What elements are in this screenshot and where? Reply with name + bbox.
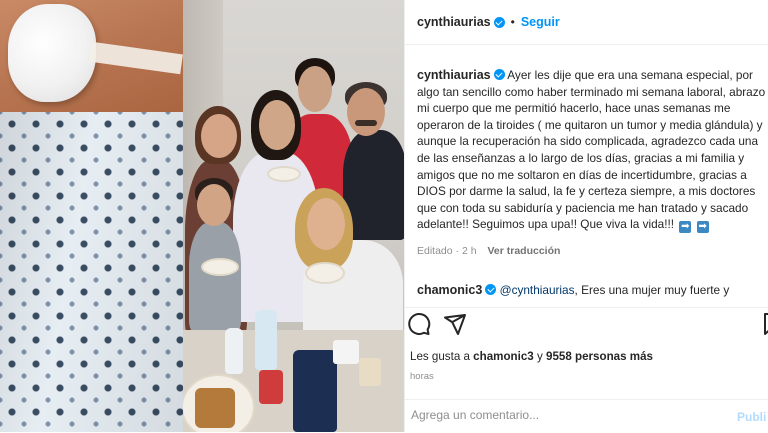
- post-media[interactable]: [0, 0, 404, 432]
- verified-badge-icon: [485, 284, 497, 295]
- verified-badge-icon: [493, 69, 505, 80]
- post-panel: cynthiaurias • Seguir cynthiaurias Ayer …: [404, 0, 768, 432]
- surgery-gown-photo: [0, 0, 183, 432]
- likes-prefix: Les gusta a: [410, 350, 474, 363]
- likes-user[interactable]: chamonic3: [473, 350, 534, 363]
- family-photo: [183, 0, 404, 432]
- add-comment-bar: Publi: [405, 399, 768, 433]
- comment-item: chamonic3 @cynthiaurias, Eres una mujer …: [417, 282, 767, 298]
- thermos: [293, 350, 337, 432]
- comments-section[interactable]: cynthiaurias Ayer les dije que era una s…: [405, 45, 768, 307]
- post-time: horas: [410, 371, 434, 382]
- comment-icon[interactable]: [407, 312, 431, 336]
- likes-count[interactable]: 9558 personas más: [546, 350, 653, 363]
- follow-button[interactable]: Seguir: [521, 15, 560, 29]
- comment-input[interactable]: [409, 407, 713, 423]
- arrow-emoji-icon: ➡: [696, 221, 709, 234]
- water-bottle: [225, 328, 243, 374]
- caption-username[interactable]: cynthiaurias: [417, 68, 491, 82]
- gauze-bandage: [8, 4, 96, 102]
- translate-link[interactable]: Ver traducción: [487, 245, 560, 257]
- plate: [267, 166, 301, 182]
- plate: [305, 262, 345, 284]
- post-caption: cynthiaurias Ayer les dije que era una s…: [417, 67, 767, 234]
- plate: [201, 258, 239, 276]
- comment-text: , Eres una mujer muy fuerte y: [574, 283, 730, 297]
- separator-dot: •: [510, 15, 515, 29]
- comment-username[interactable]: chamonic3: [417, 283, 482, 297]
- comment-mention[interactable]: @cynthiaurias: [500, 283, 575, 297]
- bookmark-icon[interactable]: [761, 312, 768, 336]
- publish-button[interactable]: Publi: [737, 410, 766, 424]
- edited-time: Editado · 2 h: [417, 245, 477, 257]
- caption-text: Ayer les dije que era una semana especia…: [417, 68, 766, 232]
- action-bar: [405, 307, 768, 342]
- verified-badge-icon: [493, 16, 505, 28]
- likes-summary[interactable]: Les gusta a chamonic3 y 9558 personas má…: [410, 350, 653, 363]
- caption-meta: Editado · 2 h Ver traducción: [417, 245, 560, 257]
- post-header: cynthiaurias • Seguir: [405, 0, 768, 45]
- water-bottle: [255, 310, 277, 370]
- author-username[interactable]: cynthiaurias: [417, 15, 491, 29]
- likes-middle: y: [533, 350, 546, 363]
- send-icon[interactable]: [443, 312, 467, 336]
- arrow-emoji-icon: ➡: [679, 221, 692, 234]
